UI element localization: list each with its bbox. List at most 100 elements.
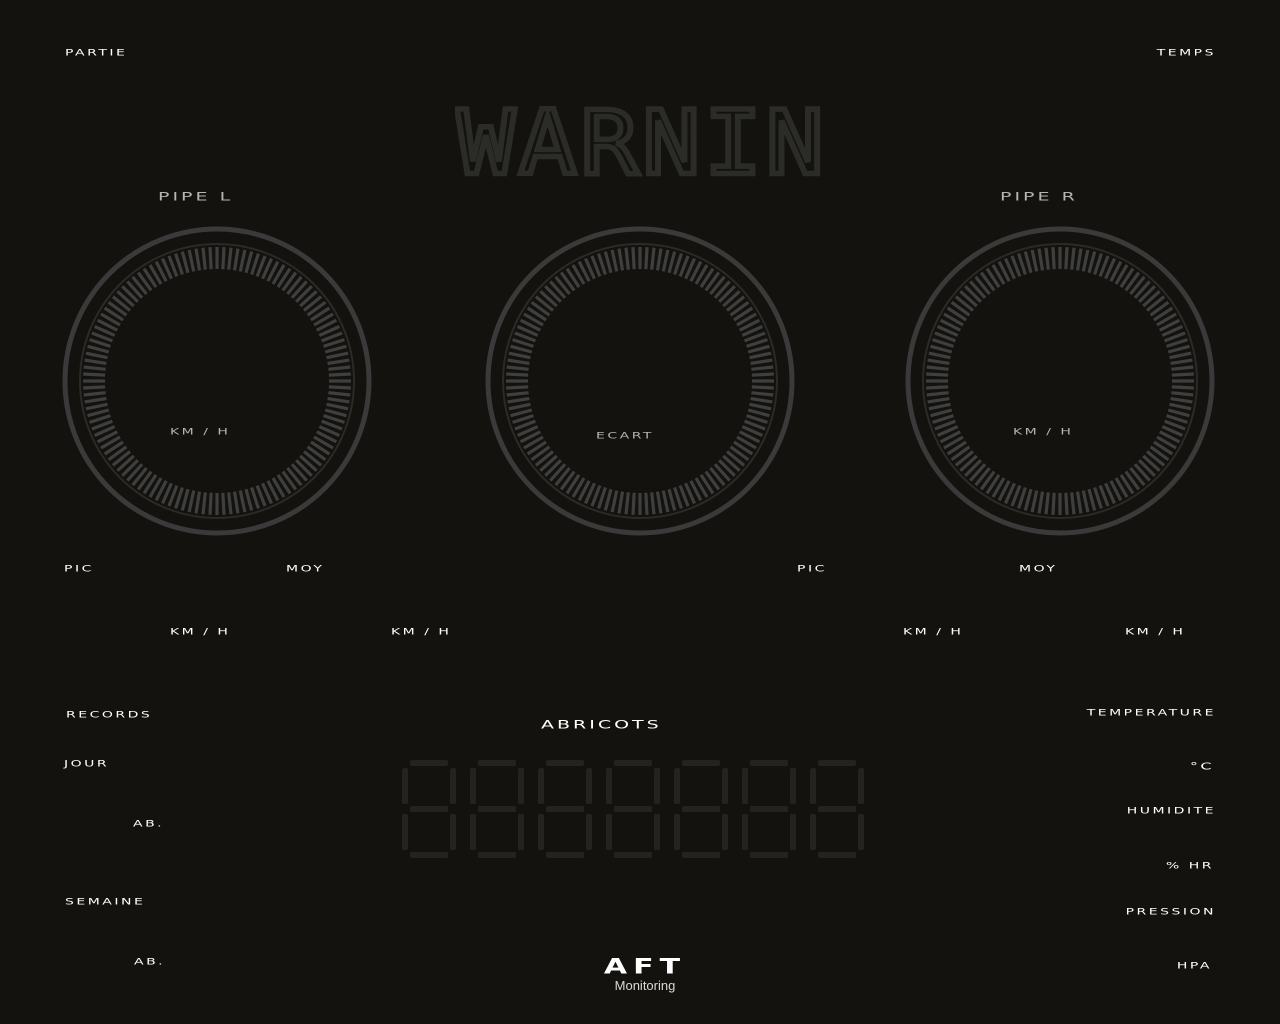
gauge-tick (624, 247, 630, 270)
digit-segment (818, 760, 856, 766)
gauge-tick (227, 492, 233, 515)
records-title: RECORDS (66, 710, 153, 720)
gauge-tick (326, 351, 349, 360)
moy-right-label: MOY (1019, 564, 1058, 574)
gauge-tick (83, 372, 106, 377)
gauge-tick (747, 344, 770, 354)
digit-segment (402, 814, 408, 850)
digit-segment (518, 768, 524, 804)
gauge-tick (1023, 488, 1033, 511)
gauge-tick (506, 372, 529, 377)
gauge-tick (1037, 248, 1045, 271)
gauge-tick (83, 391, 106, 397)
pipe-l-gauge (62, 226, 372, 536)
warning-text: WARNING (457, 100, 825, 192)
gauge-tick (617, 491, 625, 514)
semaine-label: SEMAINE (65, 897, 146, 907)
digit-segment (742, 768, 748, 804)
digit-segment (450, 768, 456, 804)
digit-segment (750, 806, 788, 812)
partie-label: PARTIE (65, 48, 128, 58)
gauge-tick (180, 488, 190, 511)
gauge-tick (221, 247, 226, 270)
counter-digit (742, 760, 796, 858)
gauge-tick (749, 351, 772, 360)
gauge-tick (327, 396, 350, 404)
gauge-tick (1087, 251, 1097, 274)
warning-indicator: WARNING (455, 100, 825, 192)
gauge-tick (928, 351, 951, 360)
pression-label: PRESSION (1125, 907, 1216, 917)
gauge-tick (1167, 344, 1190, 354)
gauge-tick (83, 385, 106, 390)
gauge-tick (244, 488, 254, 511)
gauge-tick (506, 365, 529, 371)
gauge-tick (324, 408, 347, 418)
gauge-tick (180, 251, 190, 274)
digit-segment (546, 852, 584, 858)
gauge-tick (1030, 490, 1039, 513)
digit-segment (586, 814, 592, 850)
counter-digit (674, 760, 728, 858)
digit-segment (742, 814, 748, 850)
pic-left-unit: KM / H (170, 627, 231, 637)
temperature-label: TEMPERATURE (1086, 708, 1216, 718)
digit-segment (674, 814, 680, 850)
counter-digit (538, 760, 592, 858)
gauge-tick (603, 488, 613, 511)
gauge-tick (506, 385, 529, 390)
digit-segment (538, 814, 544, 850)
gauge-tick (661, 490, 670, 513)
digit-segment (470, 768, 476, 804)
gauge-tick (84, 358, 107, 366)
gauge-tick (1051, 247, 1056, 270)
gauge-tick (1044, 247, 1050, 270)
gauge-tick (1171, 391, 1194, 397)
gauge-tick (624, 492, 630, 515)
digit-segment (410, 760, 448, 766)
gauge-outer-ring (62, 226, 372, 536)
gauge-ticks (926, 247, 1194, 515)
digit-segment (674, 768, 680, 804)
digit-segment (810, 768, 816, 804)
gauge-tick (1171, 372, 1194, 377)
gauge-tick (644, 492, 649, 515)
digit-segment (478, 852, 516, 858)
digit-segment (586, 768, 592, 804)
digit-segment (614, 806, 652, 812)
digit-segment (682, 852, 720, 858)
gauge-tick (232, 491, 240, 514)
gauge-tick (1081, 490, 1090, 513)
gauge-tick (747, 408, 770, 418)
gauge-tick (603, 251, 613, 274)
gauge-tick (324, 344, 347, 354)
gauge-tick (631, 492, 636, 515)
gauge-tick (1044, 492, 1050, 515)
semaine-unit: AB. (134, 957, 166, 967)
gauge-tick (507, 358, 530, 366)
gauge-tick (928, 402, 951, 411)
gauge-tick (208, 492, 213, 515)
digit-segment (450, 814, 456, 850)
gauge-tick (1051, 492, 1056, 515)
pic-right-label: PIC (797, 564, 827, 574)
counter-digit (470, 760, 524, 858)
humidite-unit: % HR (1165, 861, 1214, 871)
gauge-tick (1170, 358, 1193, 366)
gauge-tick (238, 249, 247, 272)
gauge-tick (328, 365, 351, 371)
gauge-tick (508, 351, 531, 360)
abricots-title: ABRICOTS (541, 718, 662, 732)
gauge-tick (1171, 385, 1194, 390)
moy-left-unit: KM / H (391, 627, 452, 637)
gauge-tick (751, 365, 774, 371)
gauge-tick (610, 249, 619, 272)
pipe-l-unit: KM / H (170, 427, 231, 437)
gauge-inner-ring (922, 243, 1198, 519)
digit-segment (654, 814, 660, 850)
gauge-outer-ring (905, 226, 1215, 536)
gauge-tick (650, 492, 656, 515)
gauge-tick (610, 490, 619, 513)
gauge-tick (655, 491, 663, 514)
counter-digit (606, 760, 660, 858)
